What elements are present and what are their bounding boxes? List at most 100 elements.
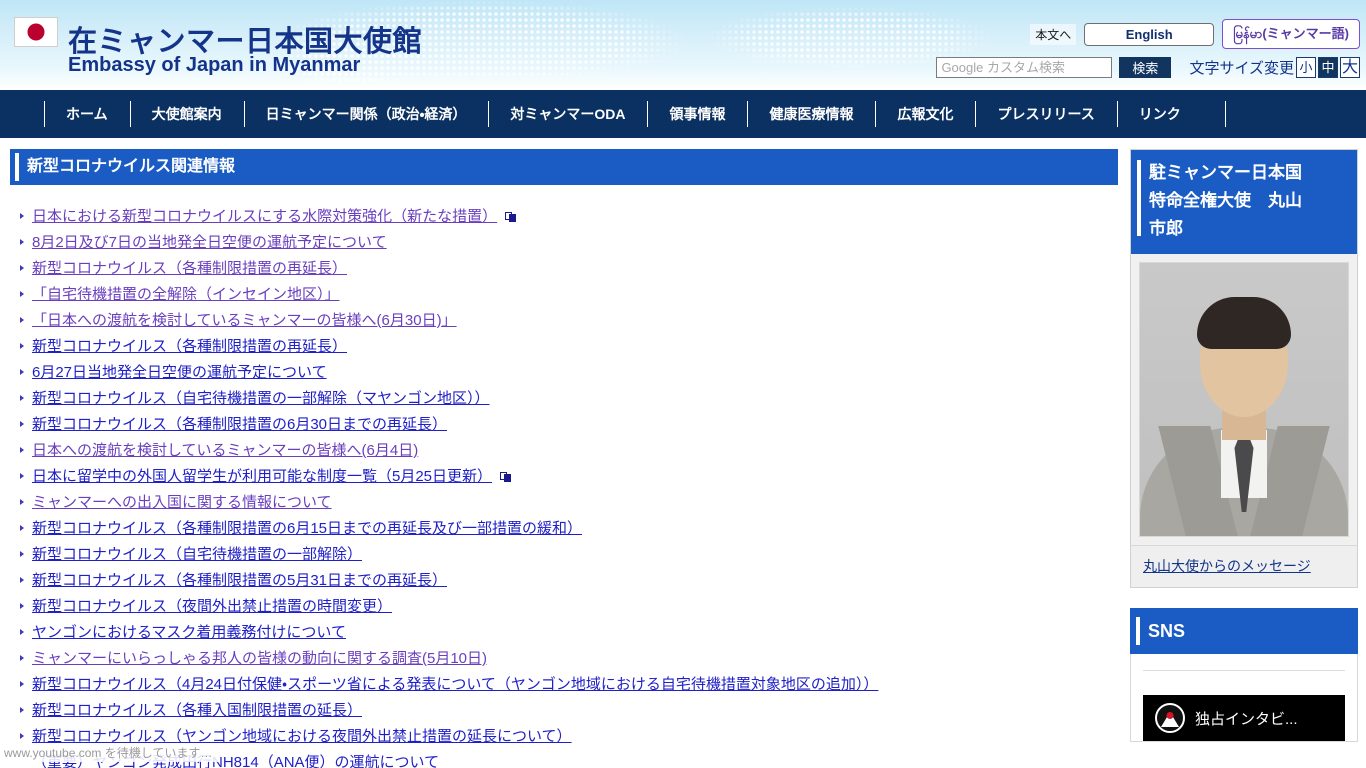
bullet-arrow-icon xyxy=(20,499,24,505)
covid-info-link[interactable]: 日本に留学中の外国人留学生が利用可能な制度一覧（5月25日更新） xyxy=(32,468,492,485)
bullet-arrow-icon xyxy=(20,707,24,713)
covid-info-link[interactable]: ミャンマーへの出入国に関する情報について xyxy=(32,494,332,511)
covid-info-link[interactable]: 新型コロナウイルス（各種制限措置の6月30日までの再延長） xyxy=(32,416,447,433)
nav-item-consular[interactable]: 領事情報 xyxy=(647,90,747,138)
list-item: ヤンゴンにおけるマスク着用義務付けについて xyxy=(10,620,1118,646)
language-english-button[interactable]: English xyxy=(1084,22,1215,46)
nav-item-culture[interactable]: 広報文化 xyxy=(875,90,975,138)
covid-info-link[interactable]: 新型コロナウイルス（夜間外出禁止措置の時間変更） xyxy=(32,598,392,615)
nav-item-links[interactable]: リンク xyxy=(1116,90,1203,138)
list-item: 日本への渡航を検討しているミャンマーの皆様へ(6月4日) xyxy=(10,438,1118,464)
covid-info-link[interactable]: 新型コロナウイルス（各種制限措置の再延長） xyxy=(32,260,347,277)
sns-card: SNS 独占インタビ... xyxy=(1130,608,1358,742)
covid-info-link[interactable]: 日本への渡航を検討しているミャンマーの皆様へ(6月4日) xyxy=(32,442,418,459)
list-item: 新型コロナウイルス（夜間外出禁止措置の時間変更） xyxy=(10,594,1118,620)
bullet-arrow-icon xyxy=(20,551,24,557)
covid-info-link[interactable]: 「自宅待機措置の全解除（インセイン地区）」 xyxy=(32,286,340,303)
logo-sun-disc xyxy=(1166,712,1174,719)
covid-info-link[interactable]: 6月27日当地発全日空便の運航予定について xyxy=(32,364,327,381)
list-item: 「日本への渡航を検討しているミャンマーの皆様へ(6月30日)」 xyxy=(10,308,1118,334)
ambassador-heading-line3: 市郎 xyxy=(1149,219,1183,238)
portrait-hair xyxy=(1197,297,1291,349)
nav-item-home[interactable]: ホーム xyxy=(44,90,130,138)
covid-info-link[interactable]: 新型コロナウイルス（各種制限措置の5月31日までの再延長） xyxy=(32,572,447,589)
covid-info-link[interactable]: 新型コロナウイルス（自宅待機措置の一部解除） xyxy=(32,546,362,563)
list-item: 日本に留学中の外国人留学生が利用可能な制度一覧（5月25日更新） xyxy=(10,464,1118,490)
search-input[interactable] xyxy=(936,57,1113,78)
site-header: 在ミャンマー日本国大使館 Embassy of Japan in Myanmar… xyxy=(0,0,1366,90)
external-window-icon xyxy=(500,472,512,482)
covid-info-link[interactable]: ヤンゴンにおけるマスク着用義務付けについて xyxy=(32,624,346,641)
skip-to-content-link[interactable]: 本文へ xyxy=(1030,23,1077,45)
covid-info-link[interactable]: 日本における新型コロナウイルスにする水際対策強化（新たな措置） xyxy=(32,208,497,225)
list-item: 日本における新型コロナウイルスにする水際対策強化（新たな措置） xyxy=(10,204,1118,230)
list-item: 新型コロナウイルス（4月24日付保健・スポーツ省による発表について（ヤンゴン地域… xyxy=(10,672,1118,698)
covid-info-link[interactable]: 新型コロナウイルス（各種制限措置の再延長） xyxy=(32,338,347,355)
bullet-arrow-icon xyxy=(20,681,24,687)
list-item: 新型コロナウイルス（各種入国制限措置の延長） xyxy=(10,698,1118,724)
page-title: 新型コロナウイルス関連情報 xyxy=(10,149,1118,185)
nav-end-divider xyxy=(1224,101,1226,127)
bullet-arrow-icon xyxy=(20,317,24,323)
youtube-video-embed[interactable]: 独占インタビ... xyxy=(1143,695,1345,741)
bullet-arrow-icon xyxy=(20,577,24,583)
main-navigation: ホーム 大使館案内 日ミャンマー関係（政治・経済） 対ミャンマーODA 領事情報… xyxy=(0,90,1366,138)
japan-flag-icon xyxy=(14,17,58,47)
sns-heading: SNS xyxy=(1130,608,1358,654)
font-size-medium-button[interactable]: 中 xyxy=(1318,57,1338,78)
list-item: 新型コロナウイルス（自宅待機措置の一部解除（マヤンゴン地区）） xyxy=(10,386,1118,412)
list-item: 新型コロナウイルス（各種制限措置の5月31日までの再延長） xyxy=(10,568,1118,594)
bullet-arrow-icon xyxy=(20,629,24,635)
bullet-arrow-icon xyxy=(20,655,24,661)
list-item: 新型コロナウイルス（各種制限措置の6月15日までの再延長及び一部措置の緩和） xyxy=(10,516,1118,542)
header-search-controls: 検索 文字サイズ変更 小 中 大 xyxy=(936,57,1360,78)
youtube-channel-logo-icon xyxy=(1155,703,1185,733)
site-title-en: Embassy of Japan in Myanmar xyxy=(68,54,361,76)
nav-item-press-release[interactable]: プレスリリース xyxy=(975,90,1116,138)
nav-item-embassy-info[interactable]: 大使館案内 xyxy=(129,90,244,138)
ambassador-message-row: 丸山大使からのメッセージ xyxy=(1131,545,1357,587)
ambassador-heading: 駐ミャンマー日本国 特命全権大使 丸山 市郎 xyxy=(1131,150,1357,254)
covid-info-link[interactable]: 新型コロナウイルス（4月24日付保健・スポーツ省による発表について（ヤンゴン地域… xyxy=(32,676,878,693)
font-size-label: 文字サイズ変更 xyxy=(1189,60,1294,77)
ambassador-heading-line2: 特命全権大使 丸山 xyxy=(1149,191,1302,210)
ambassador-photo-wrapper xyxy=(1131,254,1357,545)
list-item: 新型コロナウイルス（各種制限措置の6月30日までの再延長） xyxy=(10,412,1118,438)
covid-info-link[interactable]: 新型コロナウイルス（各種制限措置の6月15日までの再延長及び一部措置の緩和） xyxy=(32,520,582,537)
bullet-arrow-icon xyxy=(20,291,24,297)
covid-info-link[interactable]: ミャンマーにいらっしゃる邦人の皆様の動向に関する調査(5月10日) xyxy=(32,650,487,667)
ambassador-card: 駐ミャンマー日本国 特命全権大使 丸山 市郎 丸山大使からのメッセージ xyxy=(1130,149,1358,588)
bullet-arrow-icon xyxy=(20,239,24,245)
search-button[interactable]: 検索 xyxy=(1119,57,1172,78)
sidebar: 駐ミャンマー日本国 特命全権大使 丸山 市郎 丸山大使からのメッセージ SNS … xyxy=(1130,149,1358,768)
bullet-arrow-icon xyxy=(20,369,24,375)
covid-info-link[interactable]: 新型コロナウイルス（自宅待機措置の一部解除（マヤンゴン地区）） xyxy=(32,390,490,407)
font-size-small-button[interactable]: 小 xyxy=(1296,57,1316,78)
page-body: 新型コロナウイルス関連情報 日本における新型コロナウイルスにする水際対策強化（新… xyxy=(0,138,1366,768)
bullet-arrow-icon xyxy=(20,525,24,531)
list-item: 8月2日及び7日の当地発全日空便の運航予定について xyxy=(10,230,1118,256)
bullet-arrow-icon xyxy=(20,603,24,609)
list-item: 新型コロナウイルス（各種制限措置の再延長） xyxy=(10,334,1118,360)
ambassador-portrait-image xyxy=(1139,262,1349,537)
sns-divider xyxy=(1143,670,1345,671)
language-myanmar-button[interactable]: မြန်မာ(ミャンマー語) xyxy=(1222,19,1360,49)
covid-info-link[interactable]: 「日本への渡航を検討しているミャンマーの皆様へ(6月30日)」 xyxy=(32,312,457,329)
bullet-arrow-icon xyxy=(20,447,24,453)
main-content: 新型コロナウイルス関連情報 日本における新型コロナウイルスにする水際対策強化（新… xyxy=(0,149,1118,768)
nav-item-health-medical[interactable]: 健康医療情報 xyxy=(747,90,875,138)
list-item: 6月27日当地発全日空便の運航予定について xyxy=(10,360,1118,386)
video-title: 独占インタビ... xyxy=(1195,710,1298,728)
external-window-icon xyxy=(505,212,517,222)
covid-info-link[interactable]: 8月2日及び7日の当地発全日空便の運航予定について xyxy=(32,234,387,251)
list-item: 新型コロナウイルス（各種制限措置の再延長） xyxy=(10,256,1118,282)
nav-item-oda[interactable]: 対ミャンマーODA xyxy=(488,90,647,138)
bullet-arrow-icon xyxy=(20,733,24,739)
list-item: ミャンマーにいらっしゃる邦人の皆様の動向に関する調査(5月10日) xyxy=(10,646,1118,672)
list-item: ミャンマーへの出入国に関する情報について xyxy=(10,490,1118,516)
font-size-large-button[interactable]: 大 xyxy=(1340,57,1360,78)
nav-item-japan-myanmar-relations[interactable]: 日ミャンマー関係（政治・経済） xyxy=(243,90,489,138)
covid-info-link[interactable]: 新型コロナウイルス（各種入国制限措置の延長） xyxy=(32,702,362,719)
bullet-arrow-icon xyxy=(20,421,24,427)
ambassador-message-link[interactable]: 丸山大使からのメッセージ xyxy=(1143,558,1311,574)
